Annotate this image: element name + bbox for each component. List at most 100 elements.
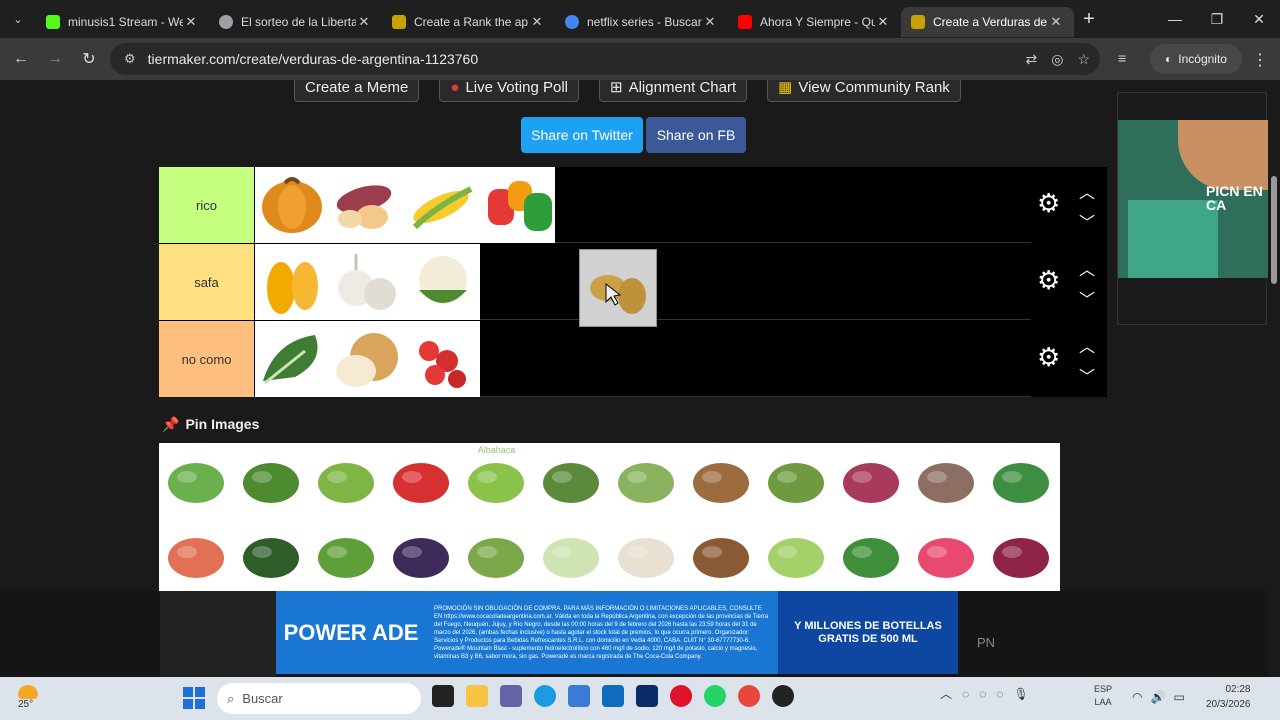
tier-item-sweet-potato[interactable] — [330, 167, 405, 243]
browser-tab[interactable]: minusis1 Stream - We ✕ — [36, 7, 209, 37]
view-community-rank-button[interactable]: ▦ View Community Rank — [767, 80, 961, 102]
pool-item-cabbage[interactable] — [759, 518, 834, 593]
tier-label[interactable]: no como — [159, 321, 254, 397]
bookmark-star-icon[interactable]: ☆ — [1077, 51, 1090, 68]
minimize-icon[interactable]: — — [1154, 11, 1196, 27]
pool-item-parsley[interactable] — [834, 518, 909, 593]
whatsapp-icon[interactable] — [704, 685, 726, 707]
pool-item-fennel[interactable] — [534, 518, 609, 593]
close-window-icon[interactable]: ✕ — [1238, 11, 1280, 28]
tier-item-cherry-tomatoes[interactable] — [405, 321, 480, 397]
browser-tab[interactable]: Create a Rank the ap ✕ — [382, 7, 555, 37]
media-icon[interactable]: ≡ — [1118, 50, 1126, 66]
create-meme-button[interactable]: Create a Meme — [294, 80, 420, 102]
tab-close-icon[interactable]: ✕ — [183, 14, 199, 30]
move-tier-down-chevron-icon[interactable]: ﹀ — [1079, 209, 1095, 233]
dragging-item-potatoes[interactable] — [580, 250, 656, 326]
site-info-icon[interactable]: ⚙ — [124, 51, 136, 67]
tier-settings-gear-icon[interactable]: ⚙ — [1037, 267, 1061, 293]
pool-item-red-onion[interactable] — [834, 443, 909, 518]
pool-item-avocado[interactable] — [234, 518, 309, 593]
pool-item-yam[interactable] — [684, 518, 759, 593]
tier-item-onion[interactable] — [330, 321, 405, 397]
pool-item-eggplant[interactable] — [384, 518, 459, 593]
status-icons[interactable]: ◠ 🔊 ▭ — [1132, 690, 1185, 704]
pool-item-mushroom[interactable] — [909, 443, 984, 518]
share-twitter-button[interactable]: Share on Twitter — [521, 117, 643, 153]
tray-app-icon[interactable]: ◌ — [962, 687, 969, 701]
pin-images-toggle[interactable]: 📌 Pin Images — [162, 416, 259, 433]
tray-app-icon[interactable]: ◌ — [996, 687, 1003, 701]
side-video-ad[interactable]: PICN EN CA — [1117, 92, 1268, 325]
pool-item-arugula[interactable] — [309, 518, 384, 593]
browser-tab[interactable]: netflix series - Buscar ✕ — [555, 7, 728, 37]
move-tier-down-chevron-icon[interactable]: ﹀ — [1079, 363, 1095, 387]
pool-item-spinach[interactable] — [984, 443, 1059, 518]
side-ad-video[interactable]: PICN EN CA — [1118, 120, 1268, 278]
pool-item-yuca[interactable] — [684, 443, 759, 518]
clock[interactable]: 02:28 20/3/2026 — [1206, 682, 1251, 712]
browser-tab-active[interactable]: Create a Verduras de ✕ — [901, 7, 1074, 37]
pool-item-red-chili[interactable] — [384, 443, 459, 518]
media-app-icon[interactable] — [772, 685, 794, 707]
teams-icon[interactable] — [500, 685, 522, 707]
alignment-chart-button[interactable]: ⊞ Alignment Chart — [599, 80, 748, 102]
tier-settings-gear-icon[interactable]: ⚙ — [1037, 190, 1061, 216]
scrollbar-thumb[interactable] — [1271, 176, 1277, 284]
tracking-eye-icon[interactable]: ◎ — [1051, 51, 1063, 68]
move-tier-up-chevron-icon[interactable]: ︿ — [1079, 256, 1095, 280]
live-voting-poll-button[interactable]: ● Live Voting Poll — [439, 80, 580, 102]
translate-icon[interactable]: ⇄ — [1025, 51, 1037, 68]
store-icon[interactable] — [568, 685, 590, 707]
microphone-icon[interactable]: 🎙 — [1013, 687, 1028, 701]
share-fb-button[interactable]: Share on FB — [646, 117, 746, 153]
incognito-badge[interactable]: ◐ Incógnito — [1150, 44, 1242, 74]
tier-item-corn[interactable] — [405, 167, 480, 243]
pool-item-green-beans[interactable] — [234, 443, 309, 518]
tier-label[interactable]: rico — [159, 167, 254, 243]
language-indicator[interactable]: ESP LAA — [1094, 683, 1112, 709]
tier-item-bell-peppers[interactable] — [480, 167, 555, 243]
tier-item-butternut-squash[interactable] — [255, 244, 330, 320]
tier-item-pumpkin[interactable] — [255, 167, 330, 243]
forward-icon[interactable]: → — [38, 50, 72, 68]
opera-icon[interactable] — [670, 685, 692, 707]
tab-close-icon[interactable]: ✕ — [875, 14, 891, 30]
powerade-ad[interactable]: POWER ADE PROMOCIÓN SIN OBLIGACIÓN DE CO… — [276, 591, 958, 674]
pool-item-brussels-sprouts[interactable] — [609, 443, 684, 518]
move-tier-up-chevron-icon[interactable]: ︿ — [1079, 179, 1095, 203]
tab-close-icon[interactable]: ✕ — [529, 14, 545, 30]
new-tab-button[interactable]: + — [1074, 8, 1104, 31]
tray-chevron-icon[interactable]: ︿ — [940, 685, 952, 702]
taskbar-search[interactable]: ⌕ Buscar — [217, 683, 421, 714]
pool-item-sweet-potato-orange[interactable] — [159, 518, 234, 593]
pool-item-asparagus[interactable] — [459, 518, 534, 593]
pool-item-leek[interactable] — [534, 443, 609, 518]
page-scrollbar[interactable] — [1268, 80, 1280, 677]
pool-item-green-onion[interactable] — [759, 443, 834, 518]
tab-close-icon[interactable]: ✕ — [1048, 14, 1064, 30]
browser-tab[interactable]: El sorteo de la Liberta ✕ — [209, 7, 382, 37]
pool-item-radish[interactable] — [909, 518, 984, 593]
restore-icon[interactable]: ❐ — [1196, 11, 1238, 28]
pool-item-peas[interactable] — [159, 443, 234, 518]
tier-label[interactable]: safa — [159, 244, 254, 320]
move-tier-down-chevron-icon[interactable]: ﹀ — [1079, 286, 1095, 310]
file-explorer-icon[interactable] — [466, 685, 488, 707]
move-tier-up-chevron-icon[interactable]: ︿ — [1079, 333, 1095, 357]
tray-app-icon[interactable]: ◌ — [979, 687, 986, 701]
tier-settings-gear-icon[interactable]: ⚙ — [1037, 344, 1061, 370]
chrome-icon[interactable] — [738, 685, 760, 707]
tab-close-icon[interactable]: ✕ — [356, 14, 372, 30]
tier-item-garlic[interactable] — [330, 244, 405, 320]
task-view-icon[interactable] — [432, 685, 454, 707]
url-text[interactable]: tiermaker.com/create/verduras-de-argenti… — [148, 51, 478, 67]
windows-start-icon[interactable] — [183, 687, 205, 709]
tier-item-cauliflower[interactable] — [405, 244, 480, 320]
weather-widget[interactable]: 25° — [18, 685, 48, 710]
reload-icon[interactable]: ↻ — [72, 49, 106, 69]
pool-item-sprouts[interactable] — [609, 518, 684, 593]
url-bar[interactable]: ⚙ tiermaker.com/create/verduras-de-argen… — [110, 43, 1100, 75]
browser-menu-icon[interactable]: ⋮ — [1252, 50, 1268, 70]
tab-search-button[interactable]: ⌄ — [0, 0, 36, 38]
